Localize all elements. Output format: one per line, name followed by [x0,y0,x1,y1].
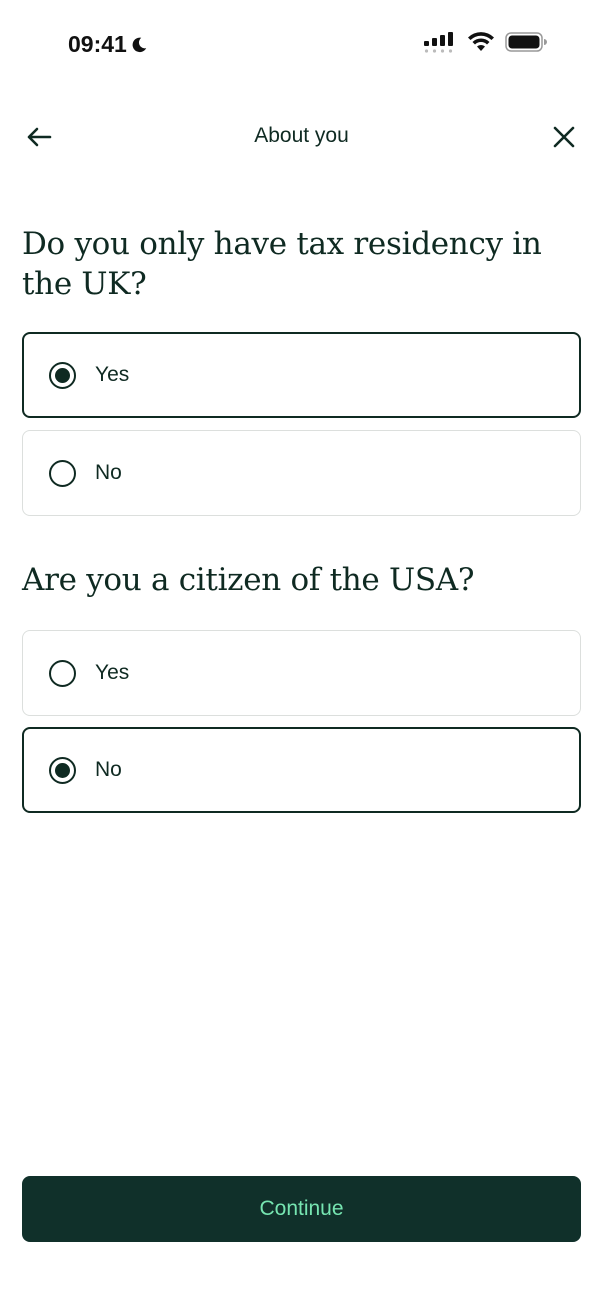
option-tax-residency-no[interactable]: No [22,430,581,516]
page-title: About you [254,124,349,147]
question-us-citizen: Are you a citizen of the USA? [22,562,475,598]
close-button[interactable] [547,120,581,154]
option-label: Yes [95,363,130,386]
radio-selected-icon[interactable] [49,756,76,784]
option-tax-residency-yes[interactable]: Yes [22,332,581,418]
radio-unselected-icon[interactable] [49,659,76,687]
status-time-text: 09:41 [68,31,127,57]
nav-bar: About you [0,110,603,166]
option-label: No [95,461,122,484]
status-icons [423,31,547,53]
status-bar: 09:41 [0,0,603,90]
option-label: No [95,758,122,781]
question-tax-residency: Do you only have tax residency in the UK… [22,226,542,302]
option-us-citizen-no[interactable]: No [22,727,581,813]
option-us-citizen-yes[interactable]: Yes [22,630,581,716]
signal-icon [424,32,453,53]
status-time: 09:41 [68,31,148,58]
radio-unselected-icon[interactable] [49,459,76,487]
moon-icon [132,37,147,52]
battery-icon [505,32,547,52]
option-label: Yes [95,661,130,684]
close-icon [553,126,575,148]
radio-selected-icon[interactable] [49,361,76,389]
wifi-icon [468,32,494,51]
continue-button[interactable]: Continue [22,1176,581,1242]
